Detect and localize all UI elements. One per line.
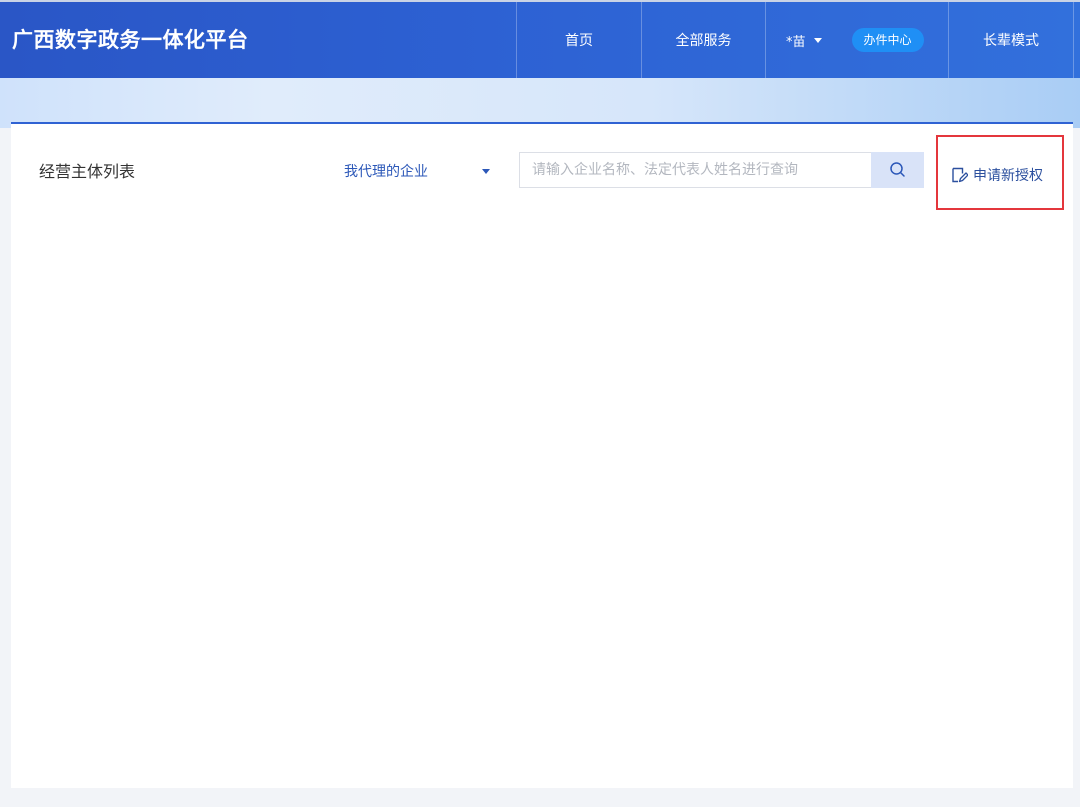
search-icon: [889, 162, 905, 177]
user-menu[interactable]: *苗: [786, 31, 806, 50]
main-nav: 首页 全部服务 *苗 办件中心 长辈模式: [516, 2, 1074, 78]
nav-elder-mode-label: 长辈模式: [983, 33, 1039, 49]
nav-home[interactable]: 首页: [516, 2, 641, 78]
nav-all-services-label: 全部服务: [675, 33, 732, 49]
apply-new-authorization-button[interactable]: 申请新授权: [950, 165, 1043, 185]
entity-list-panel: 经营主体列表 我代理的企业 申请新授权: [11, 122, 1073, 788]
office-center-button[interactable]: 办件中心: [851, 28, 924, 52]
site-title: 广西数字政务一体化平台: [12, 28, 249, 52]
chevron-down-icon: [482, 169, 490, 174]
panel-title: 经营主体列表: [39, 162, 136, 181]
nav-home-label: 首页: [565, 33, 593, 49]
scope-select[interactable]: 我代理的企业: [344, 160, 494, 182]
nav-user-area: *苗 办件中心: [765, 2, 948, 78]
banner-background: [0, 78, 1080, 128]
chevron-down-icon[interactable]: [813, 37, 822, 43]
scope-select-value: 我代理的企业: [344, 164, 428, 180]
nav-all-services[interactable]: 全部服务: [641, 2, 765, 78]
nav-elder-mode[interactable]: 长辈模式: [948, 2, 1074, 78]
apply-button-label: 申请新授权: [973, 168, 1043, 184]
search-button[interactable]: [871, 152, 924, 188]
top-navbar: 广西数字政务一体化平台 首页 全部服务 *苗 办件中心 长辈模式: [0, 0, 1080, 78]
edit-icon: [952, 167, 968, 183]
apply-highlight-box: 申请新授权: [936, 135, 1064, 210]
search-input[interactable]: [519, 152, 871, 188]
